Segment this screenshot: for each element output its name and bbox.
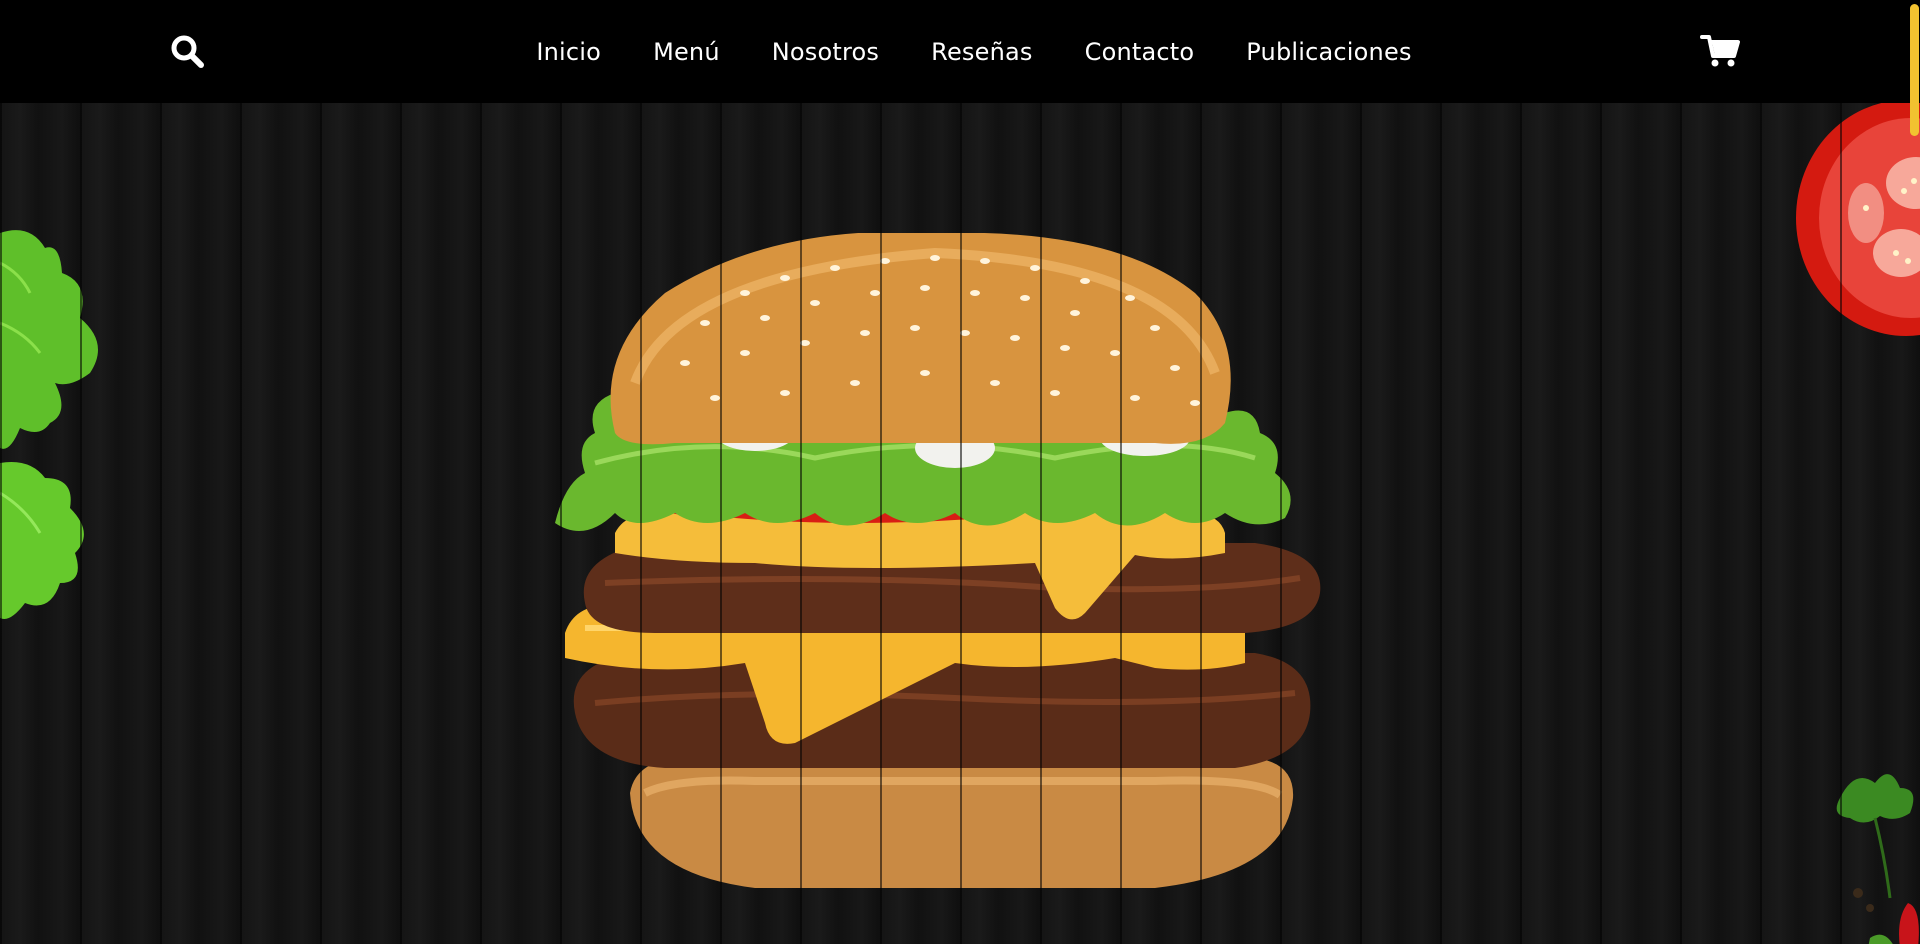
top-navbar: Inicio Menú Nosotros Reseñas Contacto Pu… [0,0,1920,103]
lettuce-leaf-decoration [0,230,98,619]
hero-section [0,103,1920,948]
burger-image [555,233,1321,888]
tomato-slice-decoration [1796,103,1920,336]
shopping-cart-icon [1700,35,1740,67]
page-scrollbar[interactable] [1908,0,1920,948]
nav-resenas[interactable]: Reseñas [931,38,1032,66]
main-nav: Inicio Menú Nosotros Reseñas Contacto Pu… [0,0,1920,103]
nav-publicaciones[interactable]: Publicaciones [1246,38,1411,66]
parsley-sprig-decoration [1836,774,1919,948]
hero-bottom-border [0,944,1920,948]
nav-inicio[interactable]: Inicio [536,38,601,66]
scrollbar-thumb[interactable] [1910,4,1919,136]
cart-button[interactable] [1700,33,1740,69]
nav-menu[interactable]: Menú [653,38,720,66]
nav-nosotros[interactable]: Nosotros [772,38,879,66]
nav-contacto[interactable]: Contacto [1085,38,1195,66]
